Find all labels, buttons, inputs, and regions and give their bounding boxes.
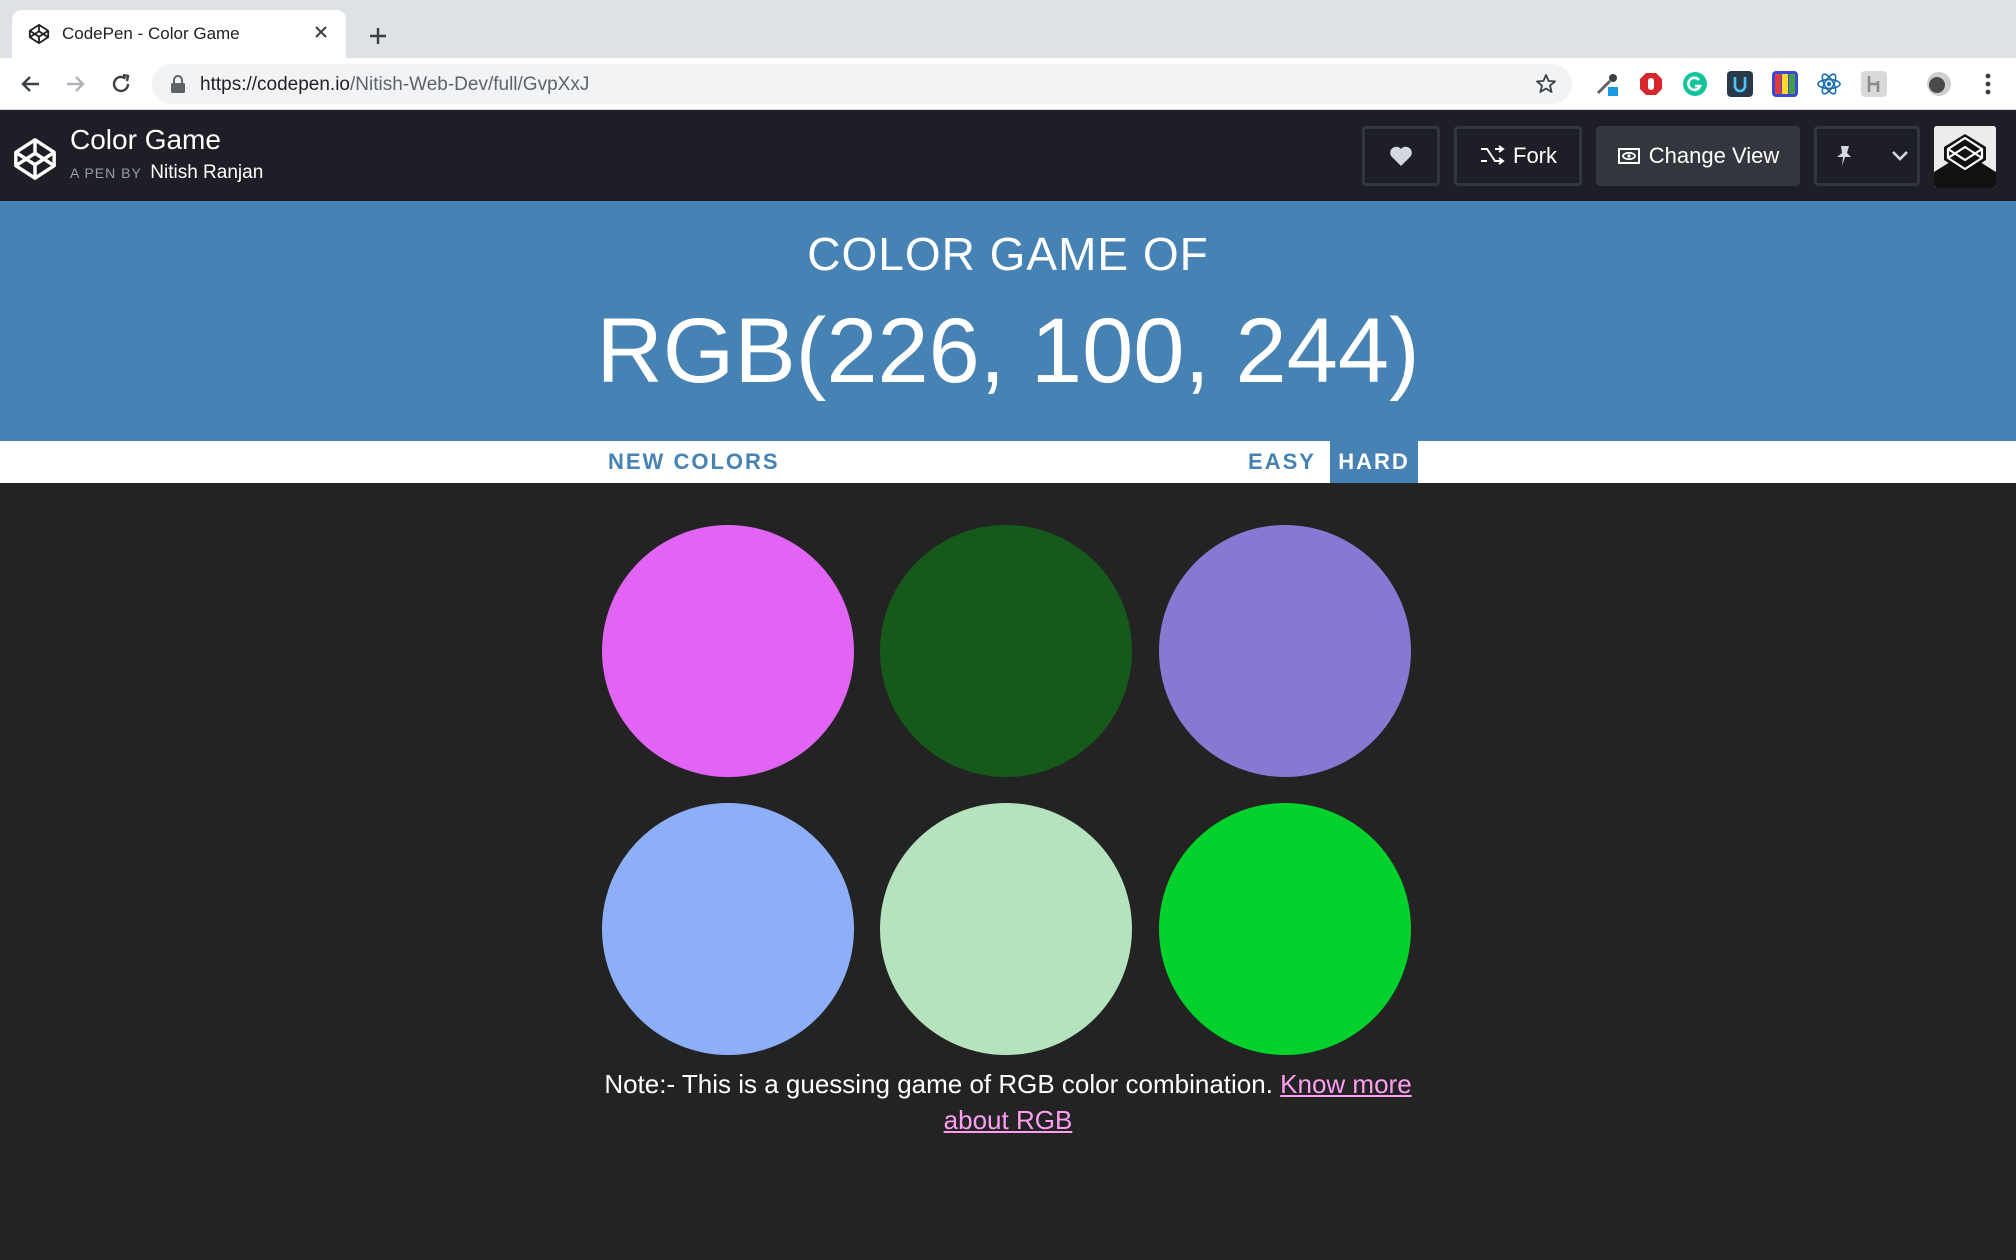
color-square[interactable] xyxy=(880,525,1132,777)
heart-button[interactable] xyxy=(1362,126,1440,186)
eyedropper-extension-icon[interactable] xyxy=(1594,71,1620,97)
browser-tab[interactable]: CodePen - Color Game xyxy=(12,10,346,58)
close-icon[interactable] xyxy=(310,21,332,43)
react-devtools-extension-icon[interactable] xyxy=(1816,71,1842,97)
star-icon[interactable] xyxy=(1534,72,1558,96)
fork-button[interactable]: Fork xyxy=(1454,126,1582,186)
pin-icon xyxy=(1837,146,1851,166)
codepen-header: Color Game A PEN BY Nitish Ranjan Fork C… xyxy=(0,110,2016,201)
eye-icon xyxy=(1617,148,1640,164)
codepen-logo-icon[interactable] xyxy=(12,136,58,182)
browser-tabstrip: CodePen - Color Game xyxy=(0,0,2016,58)
new-colors-button[interactable]: NEW COLORS xyxy=(598,441,790,483)
lock-icon xyxy=(171,75,185,93)
url-text: https://codepen.io/Nitish-Web-Dev/full/G… xyxy=(200,74,589,96)
url-path: /Nitish-Web-Dev/full/GvpXxJ xyxy=(350,74,590,95)
easy-mode-button[interactable]: EASY xyxy=(1238,441,1326,483)
reload-icon[interactable] xyxy=(106,69,136,99)
game-title: COLOR GAME OF xyxy=(807,228,1209,280)
change-view-label: Change View xyxy=(1648,143,1780,168)
note: Note:- This is a guessing game of RGB co… xyxy=(598,1066,1418,1138)
author-link[interactable]: Nitish Ranjan xyxy=(150,162,263,183)
user-avatar[interactable] xyxy=(1934,126,1996,188)
pin-divider xyxy=(1879,129,1882,183)
heart-icon xyxy=(1390,146,1412,166)
chevron-down-icon[interactable] xyxy=(1891,150,1909,162)
tab-title: CodePen - Color Game xyxy=(62,24,240,43)
color-square[interactable] xyxy=(1159,803,1411,1055)
target-color-display: RGB(226, 100, 244) xyxy=(596,300,1420,402)
pen-byline: A PEN BY Nitish Ranjan xyxy=(70,162,263,184)
color-square[interactable] xyxy=(880,803,1132,1055)
url-host: https://codepen.io xyxy=(200,74,350,95)
grammarly-extension-icon[interactable] xyxy=(1682,71,1708,97)
codepen-logo-icon xyxy=(28,23,50,45)
pin-button[interactable] xyxy=(1814,126,1920,186)
game-header: COLOR GAME OF RGB(226, 100, 244) xyxy=(0,201,2016,441)
forward-arrow-icon[interactable] xyxy=(60,69,90,99)
u-extension-icon[interactable] xyxy=(1727,71,1753,97)
address-bar[interactable]: https://codepen.io/Nitish-Web-Dev/full/G… xyxy=(152,64,1572,104)
change-view-button[interactable]: Change View xyxy=(1596,126,1800,186)
color-square[interactable] xyxy=(1159,525,1411,777)
plus-icon[interactable] xyxy=(364,22,392,50)
h-extension-icon[interactable] xyxy=(1861,71,1887,97)
fork-icon xyxy=(1481,145,1505,165)
browser-toolbar: https://codepen.io/Nitish-Web-Dev/full/G… xyxy=(0,58,2016,110)
kebab-menu-icon[interactable] xyxy=(1976,70,2000,98)
note-text: Note:- This is a guessing game of RGB co… xyxy=(604,1069,1273,1099)
color-square[interactable] xyxy=(602,803,854,1055)
control-stripe: NEW COLORS EASY HARD xyxy=(0,441,2016,483)
color-square[interactable] xyxy=(602,525,854,777)
byline-prefix: A PEN BY xyxy=(70,165,142,181)
pen-title: Color Game xyxy=(70,124,221,155)
colorful-extension-icon[interactable] xyxy=(1772,71,1798,97)
fork-label: Fork xyxy=(1513,143,1557,168)
hard-mode-button[interactable]: HARD xyxy=(1330,441,1418,483)
ublock-extension-icon[interactable] xyxy=(1638,71,1664,97)
back-arrow-icon[interactable] xyxy=(16,69,46,99)
profile-avatar-icon[interactable] xyxy=(1926,71,1952,97)
